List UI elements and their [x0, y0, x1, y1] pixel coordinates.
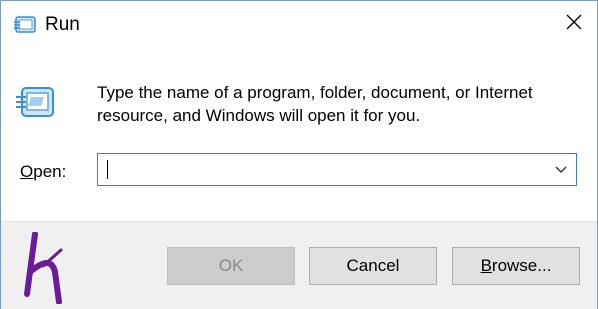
button-bar: OK Cancel Browse...: [1, 221, 597, 309]
title-bar[interactable]: Run: [1, 1, 597, 49]
ok-button[interactable]: OK: [167, 247, 295, 285]
run-icon: [15, 85, 55, 121]
watermark-logo: [21, 231, 73, 305]
run-icon: [13, 15, 37, 35]
open-label: Open:: [20, 162, 66, 182]
cancel-button[interactable]: Cancel: [309, 247, 437, 285]
open-label-rest: pen:: [33, 162, 67, 181]
close-button[interactable]: [551, 1, 597, 47]
window-title: Run: [45, 14, 80, 35]
open-combobox[interactable]: [97, 153, 577, 186]
open-input[interactable]: [98, 154, 538, 185]
run-dialog: Run Type the name of a program, folder, …: [0, 0, 598, 309]
open-label-accesskey: O: [20, 162, 34, 181]
text-cursor: [107, 160, 108, 179]
dialog-body: Type the name of a program, folder, docu…: [1, 49, 597, 221]
browse-label-rest: rowse...: [491, 256, 552, 275]
browse-button[interactable]: Browse...: [452, 247, 580, 285]
browse-accesskey: B: [480, 256, 492, 275]
close-icon: [566, 14, 582, 35]
chevron-down-icon: [555, 161, 567, 179]
dropdown-button[interactable]: [546, 154, 576, 185]
description-text: Type the name of a program, folder, docu…: [97, 83, 533, 125]
